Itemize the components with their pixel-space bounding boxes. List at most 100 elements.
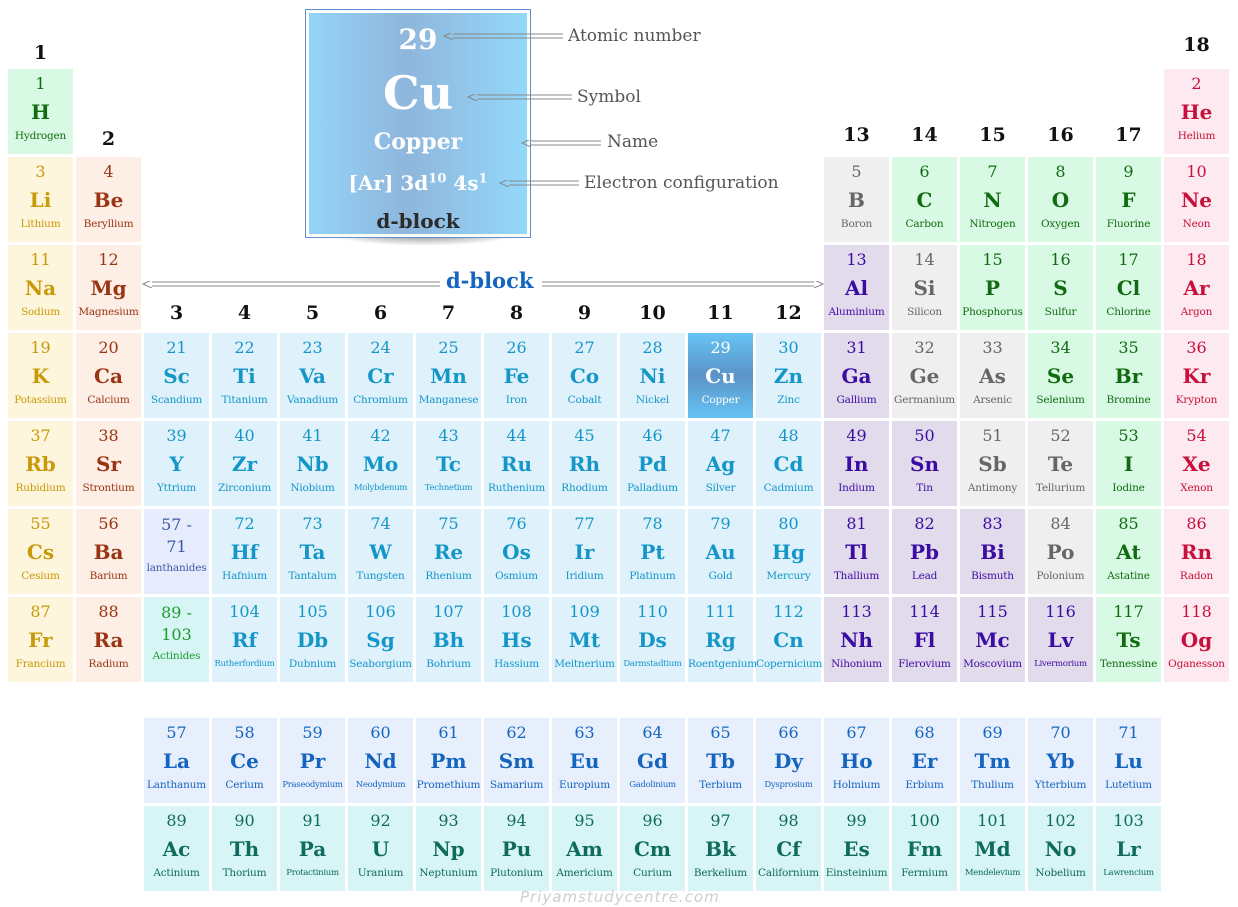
element-lawrencium[interactable]: 103 Lr Lawrencium (1096, 806, 1161, 891)
element-flerovium[interactable]: 114 Fl Flerovium (892, 597, 957, 682)
element-protactinium[interactable]: 91 Pa Protactinium (280, 806, 345, 891)
element-neodymium[interactable]: 60 Nd Neodymium (348, 718, 413, 803)
element-darmstadtium[interactable]: 110 Ds Darmstadtium (620, 597, 685, 682)
element-scandium[interactable]: 21 Sc Scandium (144, 333, 209, 418)
element-promethium[interactable]: 61 Pm Promethium (416, 718, 481, 803)
element-dysprosium[interactable]: 66 Dy Dysprosium (756, 718, 821, 803)
element-beryllium[interactable]: 4 Be Beryllium (76, 157, 141, 242)
series-placeholder-actinides[interactable]: 89 - 103 Actinides (144, 597, 209, 682)
element-ytterbium[interactable]: 70 Yb Ytterbium (1028, 718, 1093, 803)
element-francium[interactable]: 87 Fr Francium (8, 597, 73, 682)
element-osmium[interactable]: 76 Os Osmium (484, 509, 549, 594)
element-cesium[interactable]: 55 Cs Cesium (8, 509, 73, 594)
element-titanium[interactable]: 22 Ti Titanium (212, 333, 277, 418)
element-thulium[interactable]: 69 Tm Thulium (960, 718, 1025, 803)
element-boron[interactable]: 5 B Boron (824, 157, 889, 242)
element-carbon[interactable]: 6 C Carbon (892, 157, 957, 242)
element-cadmium[interactable]: 48 Cd Cadmium (756, 421, 821, 506)
element-nickel[interactable]: 28 Ni Nickel (620, 333, 685, 418)
element-chlorine[interactable]: 17 Cl Chlorine (1096, 245, 1161, 330)
element-aluminium[interactable]: 13 Al Aluminium (824, 245, 889, 330)
element-chromium[interactable]: 24 Cr Chromium (348, 333, 413, 418)
element-tantalum[interactable]: 73 Ta Tantalum (280, 509, 345, 594)
element-yttrium[interactable]: 39 Y Yttrium (144, 421, 209, 506)
element-zirconium[interactable]: 40 Zr Zirconium (212, 421, 277, 506)
element-iridium[interactable]: 77 Ir Iridium (552, 509, 617, 594)
element-astatine[interactable]: 85 At Astatine (1096, 509, 1161, 594)
element-praseodymium[interactable]: 59 Pr Praseodymium (280, 718, 345, 803)
element-barium[interactable]: 56 Ba Barium (76, 509, 141, 594)
element-lead[interactable]: 82 Pb Lead (892, 509, 957, 594)
element-hydrogen[interactable]: 1 H Hydrogen (8, 69, 73, 154)
element-californium[interactable]: 98 Cf Californium (756, 806, 821, 891)
element-germanium[interactable]: 32 Ge Germanium (892, 333, 957, 418)
element-einsteinium[interactable]: 99 Es Einsteinium (824, 806, 889, 891)
element-palladium[interactable]: 46 Pd Palladium (620, 421, 685, 506)
element-tellurium[interactable]: 52 Te Tellurium (1028, 421, 1093, 506)
element-technetium[interactable]: 43 Tc Technetium (416, 421, 481, 506)
element-samarium[interactable]: 62 Sm Samarium (484, 718, 549, 803)
element-meitnerium[interactable]: 109 Mt Meitnerium (552, 597, 617, 682)
element-lutetium[interactable]: 71 Lu Lutetium (1096, 718, 1161, 803)
element-iron[interactable]: 26 Fe Iron (484, 333, 549, 418)
element-silver[interactable]: 47 Ag Silver (688, 421, 753, 506)
element-gadolinium[interactable]: 64 Gd Gadolinium (620, 718, 685, 803)
element-bismuth[interactable]: 83 Bi Bismuth (960, 509, 1025, 594)
element-arsenic[interactable]: 33 As Arsenic (960, 333, 1025, 418)
element-nobelium[interactable]: 102 No Nobelium (1028, 806, 1093, 891)
element-plutonium[interactable]: 94 Pu Plutonium (484, 806, 549, 891)
element-magnesium[interactable]: 12 Mg Magnesium (76, 245, 141, 330)
element-tungsten[interactable]: 74 W Tungsten (348, 509, 413, 594)
element-bromine[interactable]: 35 Br Bromine (1096, 333, 1161, 418)
element-nitrogen[interactable]: 7 N Nitrogen (960, 157, 1025, 242)
element-hassium[interactable]: 108 Hs Hassium (484, 597, 549, 682)
element-livermorium[interactable]: 116 Lv Livermorium (1028, 597, 1093, 682)
element-tin[interactable]: 50 Sn Tin (892, 421, 957, 506)
element-fermium[interactable]: 100 Fm Fermium (892, 806, 957, 891)
element-potassium[interactable]: 19 K Potassium (8, 333, 73, 418)
element-argon[interactable]: 18 Ar Argon (1164, 245, 1229, 330)
element-iodine[interactable]: 53 I Iodine (1096, 421, 1161, 506)
element-rhenium[interactable]: 75 Re Rhenium (416, 509, 481, 594)
element-erbium[interactable]: 68 Er Erbium (892, 718, 957, 803)
element-uranium[interactable]: 92 U Uranium (348, 806, 413, 891)
element-actinium[interactable]: 89 Ac Actinium (144, 806, 209, 891)
element-roentgenium[interactable]: 111 Rg Roentgenium (688, 597, 757, 682)
element-copper[interactable]: 29 Cu Copper (688, 333, 753, 418)
element-xenon[interactable]: 54 Xe Xenon (1164, 421, 1229, 506)
element-americium[interactable]: 95 Am Americium (552, 806, 617, 891)
element-mendelevium[interactable]: 101 Md Mendelevium (960, 806, 1025, 891)
element-copernicium[interactable]: 112 Cn Copernicium (756, 597, 822, 682)
element-calcium[interactable]: 20 Ca Calcium (76, 333, 141, 418)
element-lanthanum[interactable]: 57 La Lanthanum (144, 718, 209, 803)
element-hafnium[interactable]: 72 Hf Hafnium (212, 509, 277, 594)
element-niobium[interactable]: 41 Nb Niobium (280, 421, 345, 506)
element-holmium[interactable]: 67 Ho Holmium (824, 718, 889, 803)
element-antimony[interactable]: 51 Sb Antimony (960, 421, 1025, 506)
element-ruthenium[interactable]: 44 Ru Ruthenium (484, 421, 549, 506)
element-gallium[interactable]: 31 Ga Gallium (824, 333, 889, 418)
element-seaborgium[interactable]: 106 Sg Seaborgium (348, 597, 413, 682)
element-platinum[interactable]: 78 Pt Platinum (620, 509, 685, 594)
element-neptunium[interactable]: 93 Np Neptunium (416, 806, 481, 891)
element-molybdenum[interactable]: 42 Mo Molybdenum (348, 421, 413, 506)
element-strontium[interactable]: 38 Sr Strontium (76, 421, 141, 506)
element-polonium[interactable]: 84 Po Polonium (1028, 509, 1093, 594)
element-krypton[interactable]: 36 Kr Krypton (1164, 333, 1229, 418)
element-neon[interactable]: 10 Ne Neon (1164, 157, 1229, 242)
element-gold[interactable]: 79 Au Gold (688, 509, 753, 594)
element-sulfur[interactable]: 16 S Sulfur (1028, 245, 1093, 330)
element-vanadium[interactable]: 23 Va Vanadium (280, 333, 345, 418)
element-phosphorus[interactable]: 15 P Phosphorus (960, 245, 1025, 330)
element-oganesson[interactable]: 118 Og Oganesson (1164, 597, 1229, 682)
element-silicon[interactable]: 14 Si Silicon (892, 245, 957, 330)
element-radon[interactable]: 86 Rn Radon (1164, 509, 1229, 594)
element-helium[interactable]: 2 He Helium (1164, 69, 1229, 154)
element-mercury[interactable]: 80 Hg Mercury (756, 509, 821, 594)
element-cerium[interactable]: 58 Ce Cerium (212, 718, 277, 803)
element-dubnium[interactable]: 105 Db Dubnium (280, 597, 345, 682)
element-bohrium[interactable]: 107 Bh Bohrium (416, 597, 481, 682)
element-europium[interactable]: 63 Eu Europium (552, 718, 617, 803)
element-moscovium[interactable]: 115 Mc Moscovium (960, 597, 1025, 682)
element-radium[interactable]: 88 Ra Radium (76, 597, 141, 682)
